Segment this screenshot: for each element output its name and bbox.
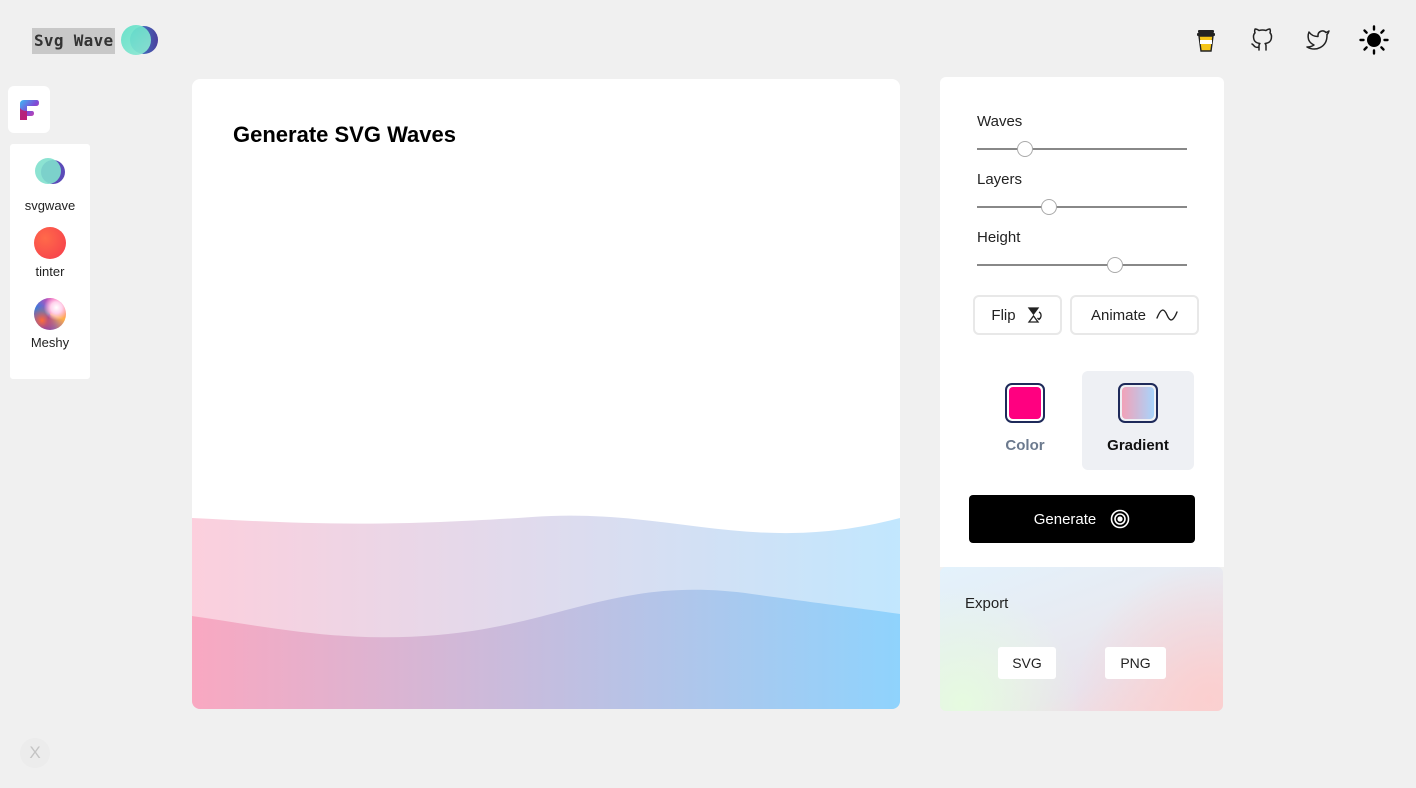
color-swatch-frame: [1005, 383, 1045, 423]
svgwave-logo-icon: [121, 25, 158, 55]
export-png-button[interactable]: PNG: [1105, 647, 1166, 679]
cup-icon[interactable]: [1188, 22, 1224, 58]
sidebar-item-label: svgwave: [24, 198, 76, 213]
wave-preview: [192, 515, 900, 709]
sidebar-item-meshy[interactable]: Meshy: [10, 298, 90, 350]
gradient-mode-option[interactable]: Gradient: [1082, 371, 1194, 470]
export-card: Export SVG PNG: [940, 567, 1223, 711]
color-mode-option[interactable]: Color: [969, 371, 1081, 470]
svgwave-icon: [35, 158, 65, 184]
flip-icon: [1027, 307, 1042, 323]
generate-button[interactable]: Generate: [969, 495, 1195, 543]
gradient-mode-label: Gradient: [1107, 437, 1169, 454]
flip-button[interactable]: Flip: [973, 295, 1062, 335]
meshy-icon: [34, 298, 66, 330]
layers-slider[interactable]: [977, 199, 1187, 215]
brand-title[interactable]: Svg Wave: [32, 27, 116, 54]
slider-label-waves: Waves: [977, 113, 1023, 130]
sidebar-item-svgwave[interactable]: svgwave: [10, 156, 90, 213]
layers-slider-thumb[interactable]: [1041, 199, 1058, 215]
close-button[interactable]: X: [20, 738, 50, 768]
github-icon[interactable]: [1244, 22, 1280, 58]
waves-slider[interactable]: [977, 141, 1187, 157]
target-icon: [1110, 509, 1130, 529]
fffuel-logo-button[interactable]: [8, 86, 50, 133]
brand[interactable]: Svg Wave: [32, 25, 158, 55]
sun-icon[interactable]: [1356, 22, 1392, 58]
header-actions: [1168, 22, 1392, 58]
flip-label: Flip: [991, 306, 1016, 324]
sidebar-item-label: Meshy: [30, 335, 70, 350]
sidebar: svgwave tinter Meshy: [10, 144, 90, 379]
twitter-icon[interactable]: [1300, 22, 1336, 58]
sidebar-item-label: tinter: [35, 264, 65, 279]
animate-button[interactable]: Animate: [1070, 295, 1199, 335]
animate-label: Animate: [1090, 306, 1147, 324]
color-swatch[interactable]: [1009, 387, 1041, 419]
wave-preview-card: Generate SVG Waves: [192, 79, 900, 709]
tinter-icon: [34, 227, 66, 259]
sidebar-item-tinter[interactable]: tinter: [10, 227, 90, 279]
waves-slider-thumb[interactable]: [1017, 141, 1034, 157]
export-title: Export: [965, 595, 1009, 612]
gradient-swatch[interactable]: [1122, 387, 1154, 419]
page-title: Generate SVG Waves: [233, 122, 456, 147]
export-svg-button[interactable]: SVG: [998, 647, 1056, 679]
height-slider[interactable]: [977, 257, 1187, 273]
slider-label-height: Height: [977, 229, 1021, 246]
slider-label-layers: Layers: [977, 171, 1023, 188]
generate-label: Generate: [1033, 510, 1097, 528]
gradient-swatch-frame: [1118, 383, 1158, 423]
sine-wave-icon: [1156, 309, 1178, 321]
height-slider-thumb[interactable]: [1106, 257, 1123, 273]
controls-panel: Waves Layers Height Flip Animate Color G…: [940, 77, 1224, 567]
color-mode-label: Color: [1005, 437, 1045, 454]
fffuel-logo-icon: [20, 99, 39, 120]
